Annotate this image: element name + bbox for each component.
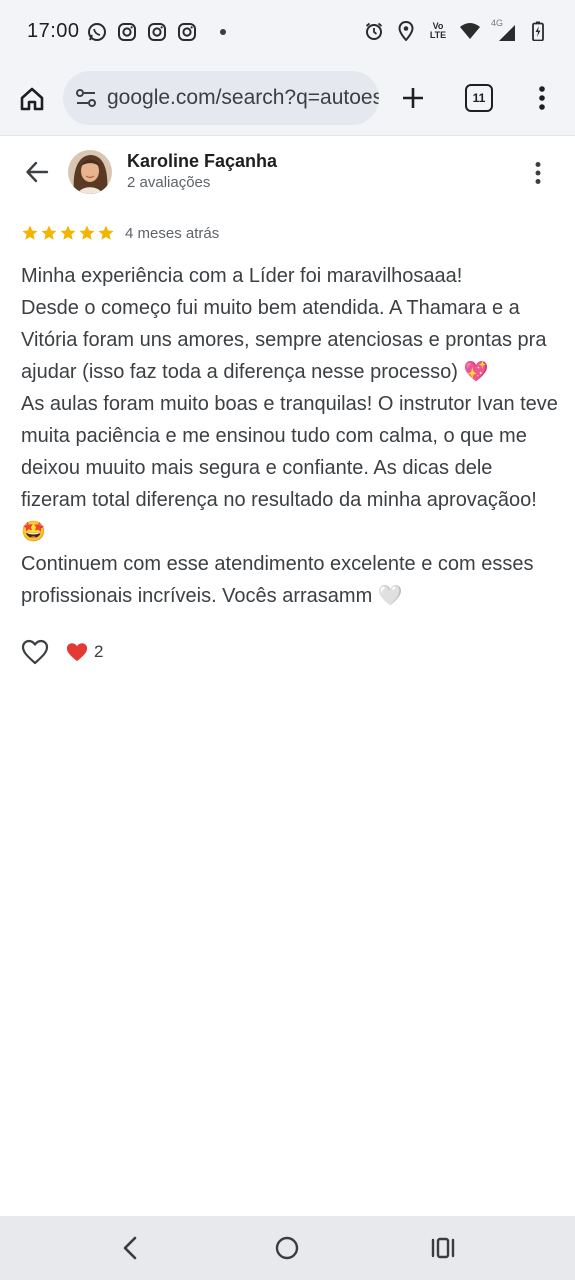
plus-icon (403, 88, 423, 108)
review-date: 4 meses atrás (125, 224, 220, 242)
star-rating (21, 224, 115, 242)
heart-outline-icon (21, 639, 49, 665)
review-options-button[interactable] (524, 156, 552, 190)
heart-reaction-icon (66, 643, 88, 662)
avatar[interactable] (68, 150, 112, 194)
address-bar[interactable]: google.com/search?q=autoescola (63, 71, 379, 125)
status-bar: 17:00 Vo LTE 4G (0, 0, 575, 64)
more-vert-icon (535, 162, 541, 184)
recents-icon (431, 1237, 455, 1259)
star-icon (22, 225, 38, 240)
new-tab-button[interactable] (396, 81, 430, 115)
star-icon (60, 225, 76, 240)
circle-home-icon (275, 1236, 299, 1260)
wifi-icon (459, 20, 481, 42)
volte-label-bottom: LTE (429, 30, 447, 40)
notification-icons (86, 21, 226, 43)
review-text: Minha experiência com a Líder foi maravi… (21, 265, 558, 607)
star-icon (79, 225, 95, 240)
nav-back-button[interactable] (113, 1231, 147, 1265)
status-time: 17:00 (27, 20, 80, 42)
reviewer-name[interactable]: Karoline Façanha (127, 151, 277, 172)
instagram-icon (116, 21, 138, 43)
signal-4g-icon: 4G (491, 18, 517, 42)
back-button[interactable] (20, 155, 54, 189)
chevron-left-icon (123, 1236, 137, 1260)
instagram-icon (146, 21, 168, 43)
url-text[interactable]: google.com/search?q=autoescola (107, 86, 379, 110)
browser-toolbar: google.com/search?q=autoescola 11 (0, 64, 575, 136)
instagram-icon (176, 21, 198, 43)
home-icon (20, 87, 44, 111)
rating-row: 4 meses atrás (21, 224, 219, 242)
more-vert-icon (539, 86, 545, 110)
profile-photo-icon (68, 150, 112, 194)
nav-home-button[interactable] (270, 1231, 304, 1265)
arrow-back-icon (26, 161, 49, 183)
system-navigation-bar (0, 1216, 575, 1280)
like-button[interactable] (20, 637, 50, 667)
site-settings-icon[interactable] (73, 85, 99, 111)
alarm-icon (363, 20, 385, 42)
location-icon (395, 20, 417, 42)
star-icon (41, 225, 57, 240)
star-icon (98, 225, 114, 240)
whatsapp-icon (86, 21, 108, 43)
volte-icon: Vo LTE (427, 20, 449, 42)
tab-switcher-button[interactable]: 11 (465, 84, 493, 112)
battery-icon (527, 20, 549, 42)
reaction-count: 2 (94, 642, 104, 661)
reviewer-review-count: 2 avaliações (127, 174, 211, 191)
system-icons: Vo LTE 4G (363, 18, 549, 42)
nav-recents-button[interactable] (426, 1231, 460, 1265)
home-button[interactable] (15, 82, 49, 116)
browser-menu-button[interactable] (526, 81, 558, 115)
more-notifications-dot (220, 29, 226, 35)
